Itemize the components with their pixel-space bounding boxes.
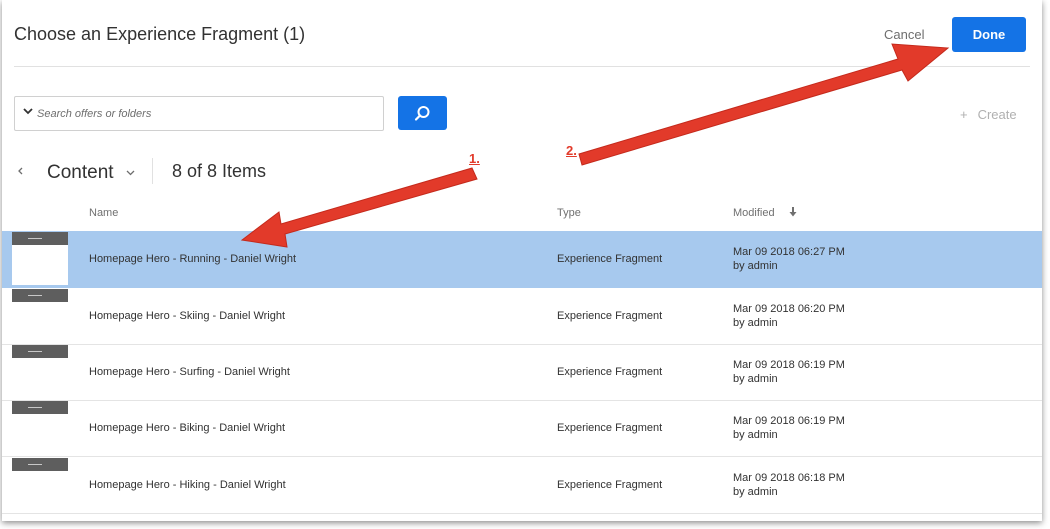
row-name: Homepage Hero - Skiing - Daniel Wright bbox=[89, 310, 286, 322]
search-field[interactable] bbox=[14, 96, 384, 131]
row-modified-by: by admin bbox=[733, 317, 778, 329]
dialog-title: Choose an Experience Fragment (1) bbox=[14, 24, 306, 44]
search-icon bbox=[414, 106, 430, 121]
table-row[interactable]: Homepage Hero - Biking - Daniel Wright E… bbox=[2, 400, 1042, 457]
chevron-down-icon[interactable] bbox=[23, 106, 33, 116]
fragment-thumbnail bbox=[12, 232, 68, 285]
annotation-step-1: 1. bbox=[469, 151, 480, 166]
row-type: Experience Fragment bbox=[557, 422, 663, 434]
annotation-arrow-2 bbox=[578, 43, 950, 166]
annotation-step-2: 2. bbox=[566, 143, 577, 158]
done-button[interactable]: Done bbox=[952, 17, 1026, 52]
row-name: Homepage Hero - Biking - Daniel Wright bbox=[89, 422, 286, 434]
table-row[interactable]: Homepage Hero - Surfing - Daniel Wright … bbox=[2, 344, 1042, 401]
row-modified: Mar 09 2018 06:20 PM bbox=[733, 303, 845, 315]
row-modified: Mar 09 2018 06:19 PM bbox=[733, 415, 845, 427]
row-name: Homepage Hero - Hiking - Daniel Wright bbox=[89, 479, 286, 491]
column-header-name[interactable]: Name bbox=[89, 207, 118, 219]
table-row[interactable]: Homepage Hero - Skiing - Daniel Wright E… bbox=[2, 288, 1042, 345]
item-count: 8 of 8 Items bbox=[172, 161, 267, 181]
row-type: Experience Fragment bbox=[557, 253, 663, 265]
fragment-thumbnail bbox=[12, 345, 68, 398]
row-type: Experience Fragment bbox=[557, 310, 663, 322]
chevron-left-icon[interactable] bbox=[16, 163, 26, 179]
row-modified-by: by admin bbox=[733, 429, 778, 441]
row-modified-by: by admin bbox=[733, 373, 778, 385]
plus-icon: + bbox=[960, 107, 968, 122]
fragment-thumbnail bbox=[12, 289, 68, 342]
row-name: Homepage Hero - Surfing - Daniel Wright bbox=[89, 366, 290, 378]
dialog: Choose an Experience Fragment (1) Cancel… bbox=[2, 0, 1042, 521]
row-modified: Mar 09 2018 06:19 PM bbox=[733, 359, 845, 371]
row-modified: Mar 09 2018 06:27 PM bbox=[733, 246, 845, 258]
create-label: Create bbox=[977, 107, 1017, 122]
search-input[interactable] bbox=[37, 97, 377, 130]
fragment-thumbnail bbox=[12, 401, 68, 454]
row-modified-by: by admin bbox=[733, 260, 778, 272]
table-row[interactable]: Homepage Hero - Running - Daniel Wright … bbox=[2, 231, 1042, 288]
column-header-type[interactable]: Type bbox=[557, 207, 581, 219]
chevron-down-icon[interactable] bbox=[126, 170, 135, 176]
breadcrumb-divider bbox=[152, 158, 153, 184]
breadcrumb-folder[interactable]: Content bbox=[47, 162, 114, 184]
row-modified-by: by admin bbox=[733, 486, 778, 498]
search-button[interactable] bbox=[398, 96, 447, 130]
row-type: Experience Fragment bbox=[557, 479, 663, 491]
row-type: Experience Fragment bbox=[557, 366, 663, 378]
row-name: Homepage Hero - Running - Daniel Wright bbox=[89, 253, 297, 265]
column-header-modified[interactable]: Modified bbox=[733, 207, 775, 219]
header-divider bbox=[14, 66, 1030, 67]
create-button[interactable]: + Create bbox=[960, 107, 1017, 122]
table-row[interactable]: Homepage Hero - Hiking - Daniel Wright E… bbox=[2, 457, 1042, 514]
row-modified: Mar 09 2018 06:18 PM bbox=[733, 472, 845, 484]
cancel-button[interactable]: Cancel bbox=[884, 27, 924, 42]
sort-descending-icon[interactable] bbox=[789, 207, 797, 217]
fragment-thumbnail bbox=[12, 458, 68, 511]
